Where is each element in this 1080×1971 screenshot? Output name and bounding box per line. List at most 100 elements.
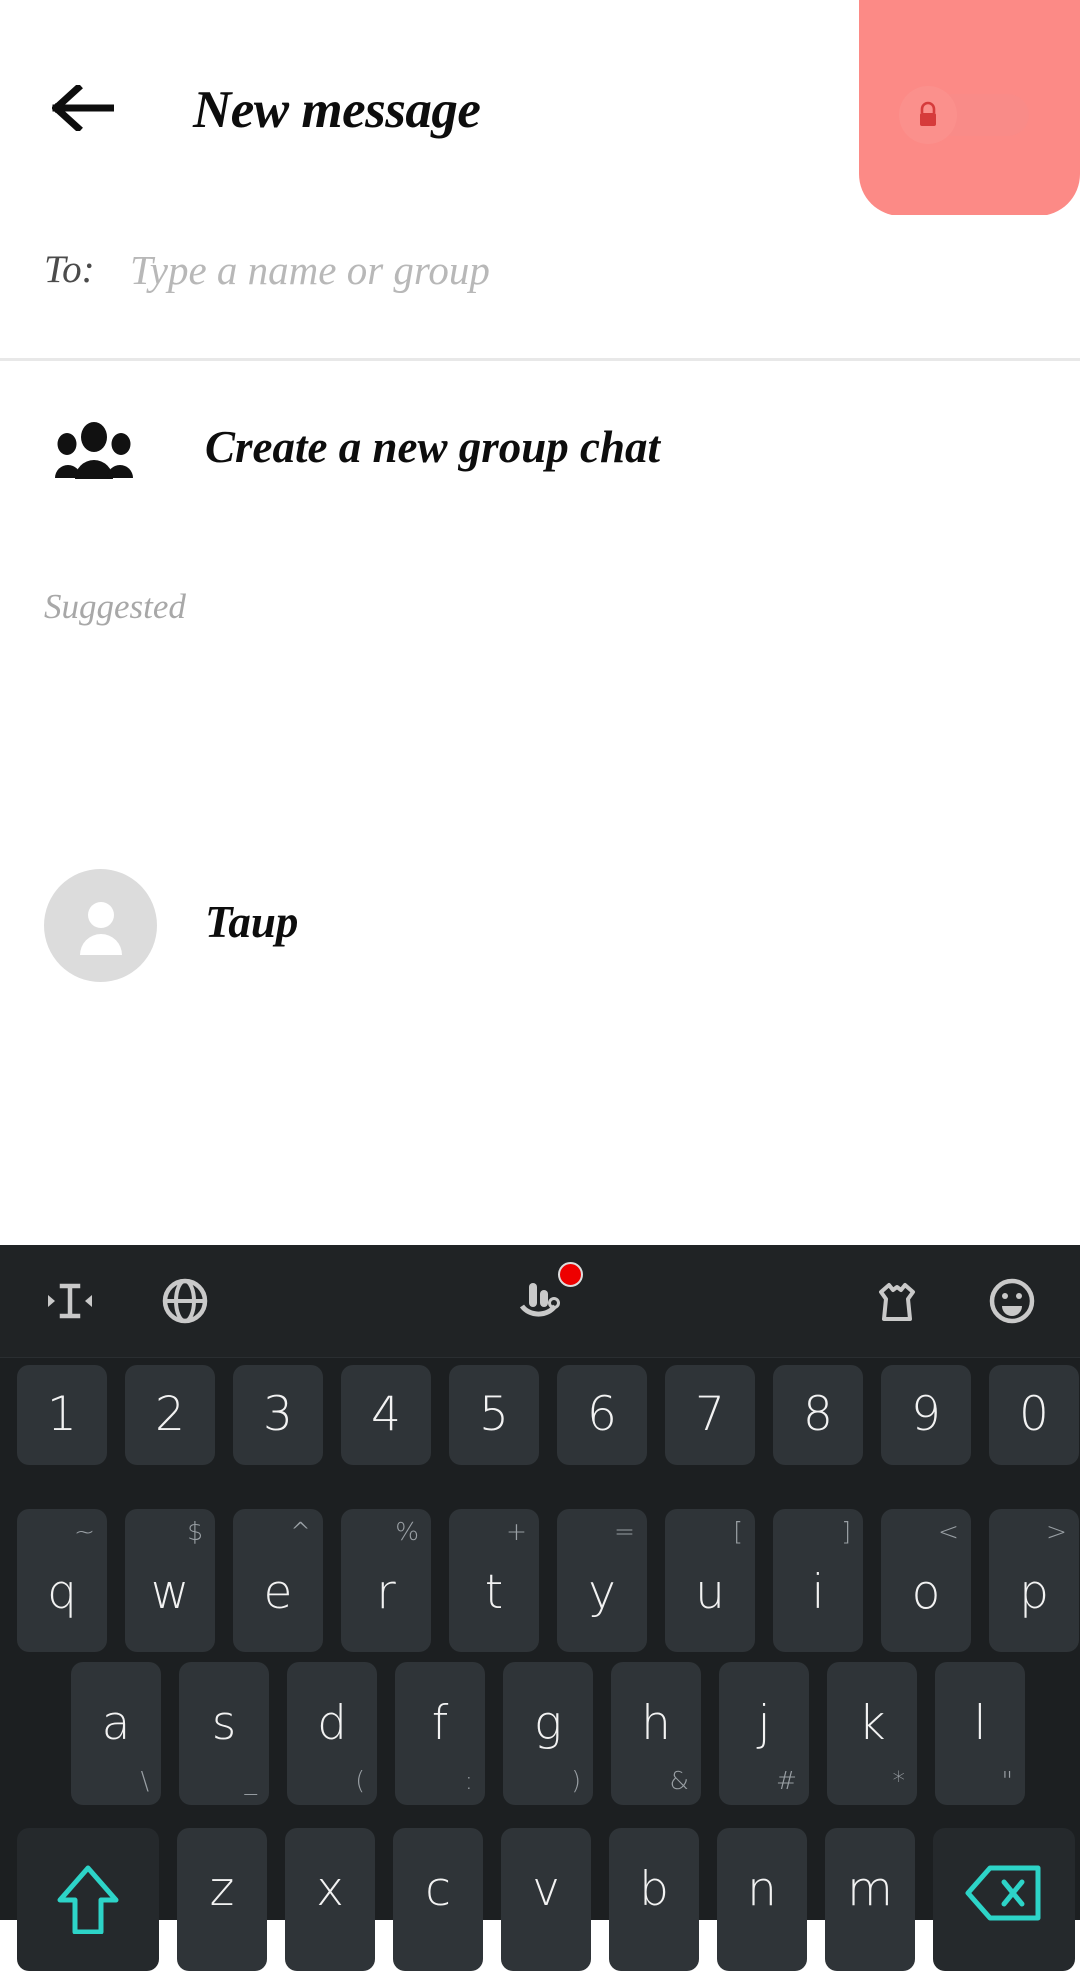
key-g[interactable]: g) [503, 1662, 593, 1805]
key-x[interactable]: x [285, 1828, 375, 1971]
key-label: v [501, 1864, 591, 1916]
key-label: q [17, 1567, 107, 1619]
key-l[interactable]: l" [935, 1662, 1025, 1805]
key-label: i [773, 1567, 863, 1619]
shift-arrow-icon [17, 1862, 159, 1934]
key-label: 4 [341, 1389, 431, 1441]
toggle-thumb [899, 86, 957, 144]
emoji-icon[interactable] [975, 1264, 1049, 1338]
key-p[interactable]: p> [989, 1509, 1079, 1652]
key-label: o [881, 1567, 971, 1619]
key-alt-label: % [395, 1519, 419, 1544]
key-alt-label: > [1046, 1519, 1067, 1544]
key-4[interactable]: 4 [341, 1365, 431, 1465]
create-group-chat-row[interactable]: Create a new group chat [0, 380, 1080, 525]
shift-key[interactable] [17, 1828, 159, 1971]
cursor-control-icon[interactable] [33, 1264, 107, 1338]
key-n[interactable]: n [717, 1828, 807, 1971]
key-q[interactable]: q~ [17, 1509, 107, 1652]
key-label: c [393, 1864, 483, 1916]
encryption-toggle-card[interactable] [859, 0, 1080, 216]
key-label: s [179, 1698, 269, 1750]
key-w[interactable]: w$ [125, 1509, 215, 1652]
key-alt-label: = [614, 1519, 635, 1544]
key-e[interactable]: e^ [233, 1509, 323, 1652]
key-f[interactable]: f: [395, 1662, 485, 1805]
key-label: t [449, 1567, 539, 1619]
backspace-key[interactable] [933, 1828, 1075, 1971]
keyboard-row-home: a\s_d(f:g)h&j#k*l" [0, 1662, 1080, 1805]
key-t[interactable]: t+ [449, 1509, 539, 1652]
key-b[interactable]: b [609, 1828, 699, 1971]
suggested-section-header: Suggested [44, 583, 186, 631]
key-2[interactable]: 2 [125, 1365, 215, 1465]
keyboard-toolbar [0, 1245, 1080, 1358]
recipient-field-row: To: [0, 215, 1080, 360]
theme-shirt-icon[interactable] [860, 1264, 934, 1338]
key-3[interactable]: 3 [233, 1365, 323, 1465]
key-label: 8 [773, 1389, 863, 1441]
key-d[interactable]: d( [287, 1662, 377, 1805]
key-s[interactable]: s_ [179, 1662, 269, 1805]
key-0[interactable]: 0 [989, 1365, 1079, 1465]
key-5[interactable]: 5 [449, 1365, 539, 1465]
key-label: p [989, 1567, 1079, 1619]
key-c[interactable]: c [393, 1828, 483, 1971]
key-6[interactable]: 6 [557, 1365, 647, 1465]
backspace-icon [933, 1862, 1075, 1924]
key-label: k [827, 1698, 917, 1750]
key-7[interactable]: 7 [665, 1365, 755, 1465]
arrow-left-icon [52, 85, 114, 131]
app-bar: New message [0, 0, 1080, 215]
recipient-input[interactable] [130, 237, 830, 303]
key-j[interactable]: j# [719, 1662, 809, 1805]
contact-name: Taup [205, 887, 298, 957]
key-z[interactable]: z [177, 1828, 267, 1971]
key-y[interactable]: y= [557, 1509, 647, 1652]
keyboard-row-numbers: 1234567890 [0, 1365, 1080, 1465]
key-h[interactable]: h& [611, 1662, 701, 1805]
keyboard-row-top: q~w$e^r%t+y=u[i]o<p> [0, 1509, 1080, 1652]
key-alt-label: ] [841, 1519, 851, 1544]
globe-icon[interactable] [148, 1264, 222, 1338]
key-a[interactable]: a\ [71, 1662, 161, 1805]
avatar [44, 869, 157, 982]
key-label: 5 [449, 1389, 539, 1441]
key-alt-label: # [776, 1768, 797, 1793]
key-m[interactable]: m [825, 1828, 915, 1971]
key-alt-label: [ [733, 1519, 743, 1544]
key-alt-label: + [506, 1519, 527, 1544]
key-9[interactable]: 9 [881, 1365, 971, 1465]
key-1[interactable]: 1 [17, 1365, 107, 1465]
key-v[interactable]: v [501, 1828, 591, 1971]
key-alt-label: ^ [290, 1519, 311, 1544]
key-label: l [935, 1698, 1025, 1750]
key-label: r [341, 1567, 431, 1619]
key-label: d [287, 1698, 377, 1750]
create-group-chat-label: Create a new group chat [205, 411, 660, 483]
person-placeholder-icon [70, 895, 132, 957]
key-alt-label: _ [245, 1768, 258, 1793]
key-i[interactable]: i] [773, 1509, 863, 1652]
list-item[interactable]: Taup [0, 860, 1080, 990]
key-alt-label: * [893, 1768, 906, 1793]
key-label: g [503, 1698, 593, 1750]
key-alt-label: & [670, 1768, 690, 1793]
key-label: j [719, 1698, 809, 1750]
encryption-toggle-switch[interactable] [899, 86, 1029, 143]
divider [0, 358, 1080, 361]
back-button[interactable] [44, 72, 122, 144]
key-alt-label: \ [141, 1768, 149, 1793]
gesture-hand-icon[interactable] [503, 1264, 577, 1338]
key-8[interactable]: 8 [773, 1365, 863, 1465]
key-o[interactable]: o< [881, 1509, 971, 1652]
key-label: 9 [881, 1389, 971, 1441]
key-k[interactable]: k* [827, 1662, 917, 1805]
key-u[interactable]: u[ [665, 1509, 755, 1652]
key-alt-label: < [938, 1519, 959, 1544]
key-label: x [285, 1864, 375, 1916]
on-screen-keyboard: 1234567890 q~w$e^r%t+y=u[i]o<p> a\s_d(f:… [0, 1245, 1080, 1920]
key-label: n [717, 1864, 807, 1916]
page-title: New message [193, 74, 480, 146]
key-r[interactable]: r% [341, 1509, 431, 1652]
